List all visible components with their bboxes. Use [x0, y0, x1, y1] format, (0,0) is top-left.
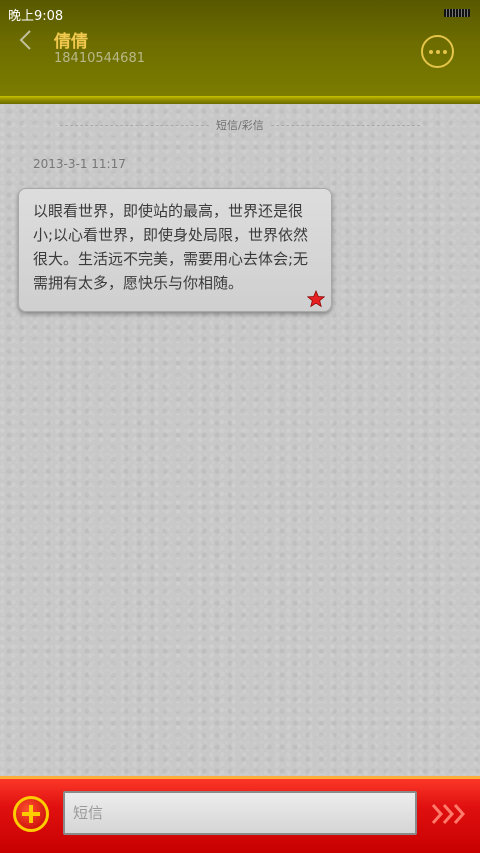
status-time: 晚上9:08: [8, 9, 64, 24]
header-divider: [0, 96, 480, 104]
message-type-label: 短信/彩信: [210, 117, 270, 133]
send-arrows-icon[interactable]: [430, 801, 468, 827]
back-button[interactable]: [18, 26, 40, 54]
more-options-button[interactable]: [421, 35, 454, 68]
add-attachment-button[interactable]: [13, 796, 49, 832]
message-text: 以眼看世界，即使站的最高，世界还是很小;以心看世界，即使身处局限，世界依然很大。…: [33, 202, 309, 292]
sms-input[interactable]: [63, 791, 417, 835]
contact-name: 倩倩: [54, 32, 88, 52]
message-bubble[interactable]: 以眼看世界，即使站的最高，世界还是很小;以心看世界，即使身处局限，世界依然很大。…: [18, 188, 332, 312]
more-dots-icon: [442, 49, 447, 54]
more-dots-icon: [435, 49, 440, 54]
battery-icon: [444, 9, 470, 17]
message-type-divider: 短信/彩信: [0, 116, 480, 134]
message-timestamp: 2013-3-1 11:17: [33, 157, 126, 171]
contact-number: 18410544681: [54, 51, 145, 66]
more-dots-icon: [428, 49, 433, 54]
title-bar: 晚上9:08 倩倩 18410544681: [0, 0, 480, 98]
star-icon[interactable]: [307, 290, 325, 308]
plus-circle-icon: [22, 805, 40, 823]
composer-bar-border: [0, 776, 480, 779]
chevron-left-icon: [19, 30, 31, 50]
